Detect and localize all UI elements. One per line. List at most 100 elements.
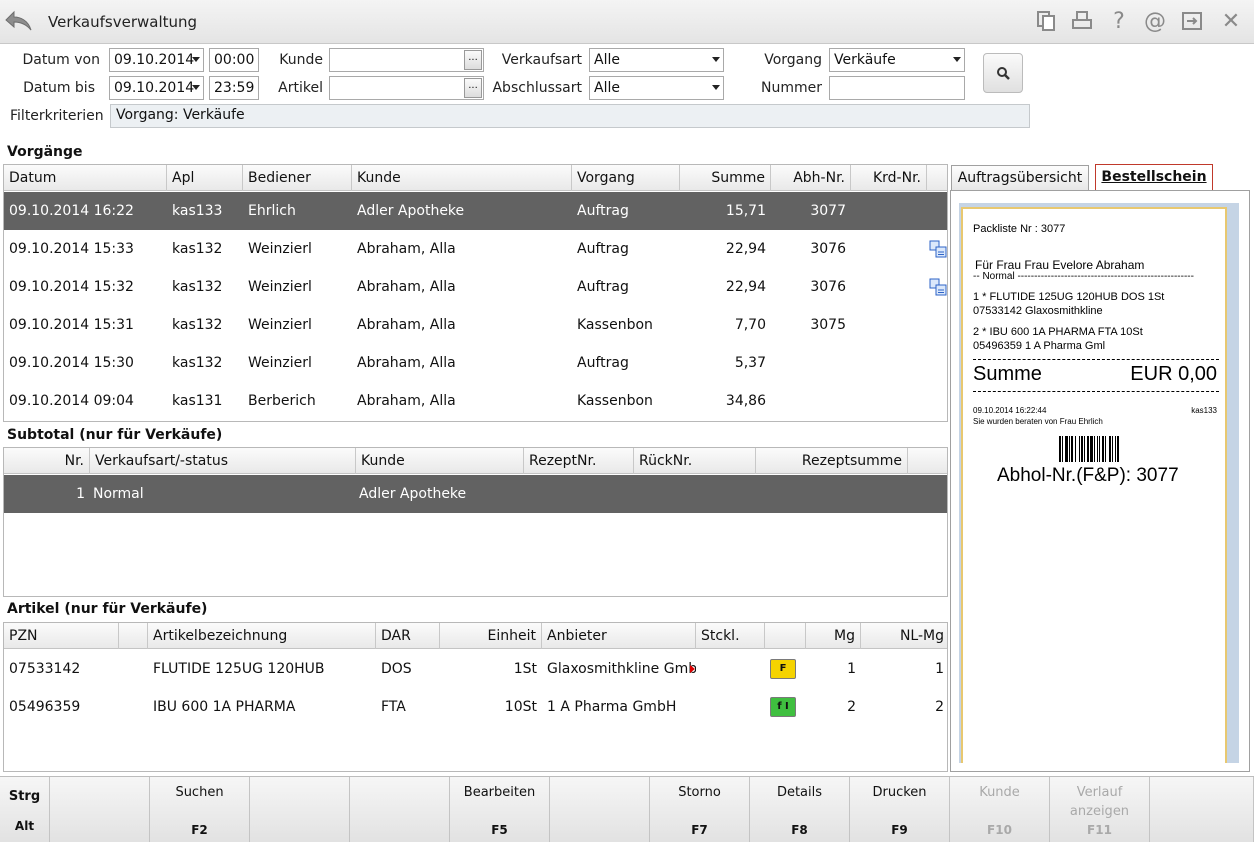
col-vorgang[interactable]: Vorgang [572,165,680,191]
table-row[interactable]: 1 Normal Adler Apotheke [4,475,947,513]
cell-krd-nr [851,306,927,344]
fkey-empty-4[interactable] [350,777,450,842]
vorgang-select[interactable]: Verkäufe [829,48,965,72]
fkey-f11[interactable]: Verlauf anzeigen F11 [1050,777,1150,842]
receipt-summe-label: Summe [973,363,1042,385]
col-rueck-nr[interactable]: RückNr. [634,448,756,474]
zeit-von-field[interactable]: 00:00 [209,48,259,72]
artikel-field[interactable]: ... [329,76,484,100]
receipt-abhol-nr: Abhol-Nr.(F&P): 3077 [997,465,1179,486]
table-row[interactable]: 09.10.2014 15:31 kas132 Weinzierl Abraham, … [4,306,947,344]
chevron-down-icon[interactable] [712,57,720,62]
col-rezeptnr[interactable]: RezeptNr. [524,448,634,474]
chevron-down-icon[interactable] [712,85,720,90]
fkey-empty-3[interactable] [250,777,350,842]
kunde-browse-button[interactable]: ... [464,50,482,70]
fkey-empty-6[interactable] [550,777,650,842]
col-flag[interactable] [119,623,148,649]
nummer-field[interactable] [829,76,965,100]
overflow-arrow-icon [690,665,695,673]
col-kunde[interactable]: Kunde [352,165,572,191]
col-rezeptsumme[interactable]: Rezeptsumme [756,448,908,474]
col-nr[interactable]: Nr. [4,448,90,474]
col-pzn[interactable]: PZN [4,623,119,649]
col-bediener[interactable]: Bediener [243,165,352,191]
status-badge: f I [770,697,796,717]
cell-abh-nr: 3075 [810,317,846,333]
tab-auftragsuebersicht[interactable]: Auftragsübersicht [951,165,1089,191]
cell-kunde: Abraham, Alla [357,355,456,371]
col-mg[interactable]: Mg [806,623,861,649]
linked-docs-icon[interactable] [929,278,947,300]
abschlussart-select[interactable]: Alle [589,76,724,100]
chevron-down-icon[interactable] [953,57,961,62]
datum-bis-field[interactable]: 09.10.2014 [109,76,204,100]
email-icon[interactable]: @ [1143,10,1167,34]
table-row[interactable]: 09.10.2014 16:22 kas133 Ehrlich Adler Apoth… [4,192,947,230]
cell-summe: 22,94 [725,279,766,295]
printer-icon[interactable] [1070,10,1094,34]
col-verkaufsart[interactable]: Verkaufsart/-status [90,448,356,474]
kunde-field[interactable]: ... [329,48,484,72]
artikel-browse-button[interactable]: ... [464,78,482,98]
copy-icon[interactable] [1034,10,1058,34]
fkey-f9[interactable]: Drucken F9 [850,777,950,842]
artikel-header: PZN Artikelbezeichnung DAR Einheit Anbie… [4,623,947,649]
back-arrow-icon[interactable] [4,8,34,34]
vorgaenge-grid: Datum Apl Bediener Kunde Vorgang Summe A… [3,164,948,422]
cell-vorgang: Auftrag [577,279,629,295]
fkey-f7[interactable]: Storno F7 [650,777,750,842]
fkey-alt[interactable]: Strg Alt [0,777,50,842]
subtotal-title: Subtotal (nur für Verkäufe) [7,427,223,443]
fkey-f10[interactable]: Kunde F10 [950,777,1050,842]
abschlussart-label: Abschlussart [492,80,582,96]
chevron-down-icon[interactable] [192,85,200,90]
window-icon[interactable] [1180,10,1204,34]
fkey-shortcut: F11 [1087,823,1112,837]
fkey-empty-1[interactable] [50,777,150,842]
verkaufsart-select[interactable]: Alle [589,48,724,72]
col-krd-nr[interactable]: Krd-Nr. [851,165,927,191]
table-row[interactable]: 05496359 IBU 600 1A PHARMA FTA 10St 1 A Phar… [4,688,947,726]
table-row[interactable]: 09.10.2014 15:32 kas132 Weinzierl Abraham, … [4,268,947,306]
fkey-f8[interactable]: Details F8 [750,777,850,842]
col-abh-nr[interactable]: Abh-Nr. [771,165,851,191]
datum-bis-label: Datum bis [23,80,95,96]
cell-abh-nr [771,344,851,382]
col-apl[interactable]: Apl [167,165,243,191]
search-button[interactable] [983,53,1023,93]
zeit-bis-field[interactable]: 23:59 [209,76,259,100]
col-empty [908,448,947,474]
help-icon[interactable]: ? [1107,10,1131,34]
cell-bediener: Weinzierl [248,241,312,257]
col-summe[interactable]: Summe [680,165,771,191]
col-status[interactable] [765,623,806,649]
fkey-f2[interactable]: Suchen F2 [150,777,250,842]
datum-von-field[interactable]: 09.10.2014 [109,48,204,72]
window-title: Verkaufsverwaltung [48,13,198,31]
cell-kunde: Abraham, Alla [357,317,456,333]
col-dar[interactable]: DAR [376,623,440,649]
cell-kunde: Adler Apotheke [357,203,465,219]
col-artikelbezeichnung[interactable]: Artikelbezeichnung [148,623,376,649]
receipt-item1-line1: 1 * FLUTIDE 125UG 120HUB DOS 1St [973,291,1165,303]
table-row[interactable]: 09.10.2014 15:30 kas132 Weinzierl Abraham, … [4,344,947,382]
chevron-down-icon[interactable] [192,57,200,62]
col-nl-mg[interactable]: NL-Mg [861,623,947,649]
fkey-empty-12[interactable] [1150,777,1254,842]
cell-datum: 09.10.2014 15:31 [9,317,134,333]
table-row[interactable]: 09.10.2014 09:04 kas131 Berberich Abraham, … [4,382,947,420]
tab-bestellschein[interactable]: Bestellschein [1095,164,1213,191]
col-kunde[interactable]: Kunde [356,448,524,474]
fkey-f5[interactable]: Bearbeiten F5 [450,777,550,842]
col-anbieter[interactable]: Anbieter [542,623,696,649]
table-row[interactable]: 07533142 FLUTIDE 125UG 120HUB DOS 1St Glaxos… [4,650,947,688]
close-icon[interactable]: ✕ [1219,10,1243,34]
linked-docs-icon[interactable] [929,240,947,262]
col-stckl[interactable]: Stckl. [696,623,765,649]
col-datum[interactable]: Datum [4,165,167,191]
table-row[interactable]: 09.10.2014 15:33 kas132 Weinzierl Abraham, … [4,230,947,268]
cell-krd-nr [851,192,927,230]
col-einheit[interactable]: Einheit [440,623,542,649]
col-icon [927,165,947,191]
